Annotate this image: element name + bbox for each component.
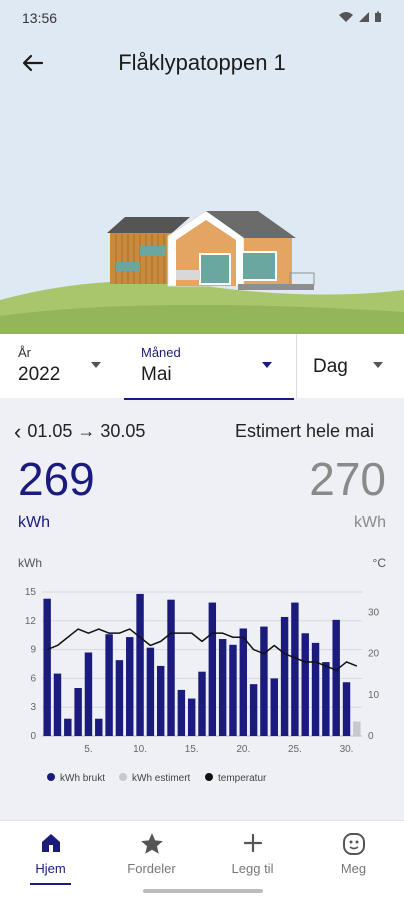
gesture-bar[interactable] [143,889,263,893]
bar-estimate [353,721,361,736]
x-tick-label: 30. [340,744,354,755]
y-tick-left: 3 [30,702,36,713]
bar-used [229,644,237,736]
bar-used [187,698,196,736]
page-title: Flåklypatoppen 1 [118,50,286,75]
nav-label-fordeler: Fordeler [127,861,176,876]
estimate-label: Estimert hele mai [234,421,374,441]
app-bar: Flåklypatoppen 1 [0,40,404,88]
month-label: Måned [141,345,181,360]
bar-used [95,718,103,736]
x-tick-label: 10. [133,744,147,755]
year-value: 2022 [18,364,61,385]
x-tick-label: 20. [236,744,250,755]
y-axis-left-title: kWh [18,556,42,570]
y-tick-left: 6 [30,673,36,684]
y-tick-right: 10 [368,690,380,701]
usage-chart: kWh °C 0 3 6 9 12 15 0 10 20 30 5. 10. 15. 20. 25. 30. kWh… [18,556,387,784]
y-tick-left: 9 [30,645,36,656]
bar-used [115,660,124,736]
bar-used [270,678,278,736]
year-label: År [18,345,31,360]
bar-used [64,718,72,736]
bar-used [301,633,309,736]
bar-used [322,662,330,736]
bar-used [332,619,340,736]
plus-icon [243,833,262,853]
chevron-down-icon [262,362,272,368]
status-icons [338,11,382,23]
bar-used [84,652,93,736]
x-tick-label: 25. [288,744,302,755]
y-tick-left: 12 [25,616,37,627]
legend-label: kWh estimert [132,773,191,784]
day-dropdown[interactable]: Dag [296,334,404,398]
y-tick-right: 0 [368,731,374,742]
y-tick-left: 0 [30,731,36,742]
bar-used [146,647,155,736]
bar-used [239,628,248,736]
estimate-value: 270 [309,453,386,505]
home-icon [41,834,60,852]
nav-label-hjem: Hjem [35,861,66,876]
y-axis-right-title: °C [373,556,387,570]
chevron-down-icon [373,362,383,368]
nav-item-hjem[interactable]: Hjem [0,821,101,885]
chevron-left-icon[interactable]: ‹ [14,420,21,442]
month-dropdown[interactable]: Måned Mai [124,334,294,400]
bar-used [136,593,144,736]
used-value: 269 [18,453,95,505]
period-text: 01.05 → 30.05 [27,421,146,441]
hero-illustration: 13:56 Flåklypatoppen 1 [0,0,404,334]
nav-label-legg-til: Legg til [231,861,274,876]
house-illustration [0,210,404,334]
bar-used [43,598,51,736]
nav-item-fordeler[interactable]: Fordeler [101,821,202,885]
bar-used [260,626,268,736]
bar-used [208,602,217,736]
legend-label: kWh brukt [60,773,105,784]
signal-icon [359,12,369,22]
estimate-unit: kWh [354,514,386,531]
nav-label-meg: Meg [340,861,367,876]
bar-used [126,637,134,736]
used-unit: kWh [18,514,50,531]
period-selector: År 2022 Måned Mai Dag [0,334,404,400]
y-tick-right: 20 [368,649,380,660]
bar-used [105,634,113,736]
bar-used [280,616,289,736]
y-tick-right: 30 [368,608,380,619]
legend-label: temperatur [218,773,267,784]
status-bar: 13:56 [0,0,404,34]
bar-used [74,688,82,736]
bar-used [53,673,62,736]
bar-used [177,689,186,736]
legend-marker [47,773,55,781]
bar-used [291,602,299,736]
day-label: Dag [313,356,348,377]
star-icon [140,833,163,854]
nav-item-meg[interactable]: Meg [303,821,404,885]
x-tick-label: 15. [185,744,199,755]
x-tick-label: 5. [84,744,92,755]
month-value: Mai [141,364,172,385]
bar-used [249,684,258,736]
status-time: 13:56 [22,10,58,26]
bar-used [198,671,206,736]
nav-item-legg-til[interactable]: Legg til [202,821,303,885]
year-dropdown[interactable]: År 2022 [0,334,120,398]
legend-marker [205,773,213,781]
bar-used [167,599,175,736]
period-range[interactable]: ‹ 01.05 → 30.05 [14,420,146,442]
bar-used [311,642,320,736]
battery-icon [375,11,381,22]
bar-used [342,682,351,736]
legend-marker [119,773,127,781]
chevron-down-icon [91,362,101,368]
face-icon [342,833,365,855]
wifi-icon [339,12,353,22]
bar-used [218,639,227,736]
bar-used [156,665,165,736]
y-tick-left: 15 [25,587,37,598]
